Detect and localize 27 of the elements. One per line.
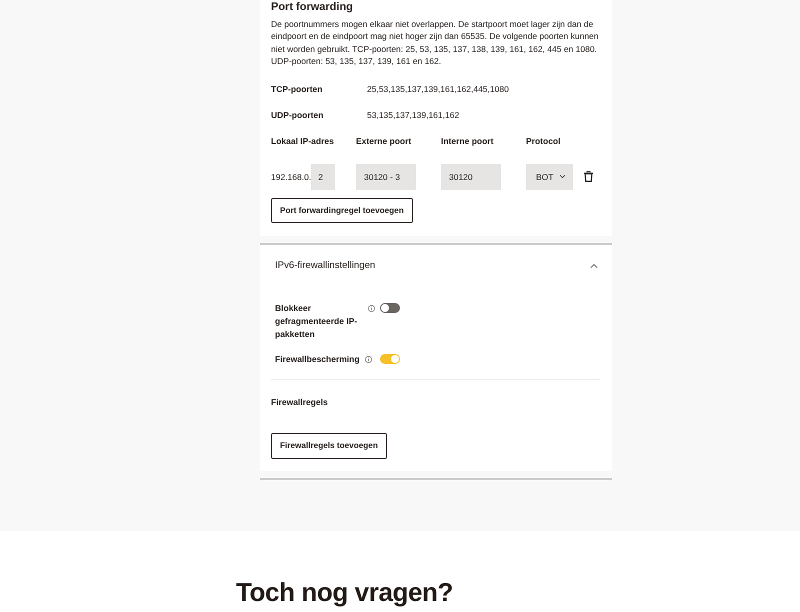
toggle-switch[interactable]: [380, 302, 400, 313]
setting-label: Firewallbescherming: [275, 352, 360, 366]
subsection-title: Firewallregels: [271, 396, 328, 409]
trash-icon[interactable]: [584, 171, 593, 182]
port-type-label: TCP-poorten: [271, 82, 324, 96]
column-header: Interne poort: [441, 134, 494, 148]
internal-port-input[interactable]: 30120: [441, 164, 501, 190]
add-firewall-rules-button[interactable]: Firewallregels toevoegen: [271, 432, 387, 459]
column-header: Externe poort: [356, 134, 412, 148]
accordion-header[interactable]: IPv6-firewallinstellingen: [271, 244, 604, 287]
add-port-forwarding-rule-button[interactable]: Port forwardingregel toevoegen: [271, 198, 413, 223]
reserved-ports-value: 25,53,135,137,139,161,162,445,1080: [367, 82, 509, 96]
info-icon: [368, 304, 375, 312]
faq-heading: Toch nog vragen?: [236, 577, 454, 607]
toggle-switch[interactable]: [380, 354, 400, 364]
reserved-ports-value: 53,135,137,139,161,162: [367, 108, 460, 122]
protocol-select[interactable]: BOT: [526, 164, 573, 190]
port-type-label: UDP-poorten: [271, 108, 324, 122]
section-title: Port forwarding: [271, 0, 353, 14]
info-icon: [364, 356, 372, 363]
ip-prefix-text: 192.168.0.: [271, 170, 312, 184]
setting-label: Blokkeer gefragmenteerde IP-pakketten: [275, 302, 358, 341]
port-rules-description: De poortnummers mogen elkaar niet overlappen. De startpoort moet lager zijn dan de eindpoort en de eindpoort mag niet hoger zijn dan 65535. De volgende poorten kunnen niet worden gebruikt. TCP-poorten: 25, 53, 135, 137, 138, 139, 161, 162, 445 en 1080. UDP-poorten: 53, 135, 137, 139, 161 en 162.: [271, 18, 600, 68]
column-header: Lokaal IP-adres: [271, 134, 335, 148]
ip-suffix-input[interactable]: 2: [311, 164, 336, 190]
external-port-input[interactable]: 30120 - 3: [356, 164, 416, 190]
column-header: Protocol: [526, 134, 562, 148]
